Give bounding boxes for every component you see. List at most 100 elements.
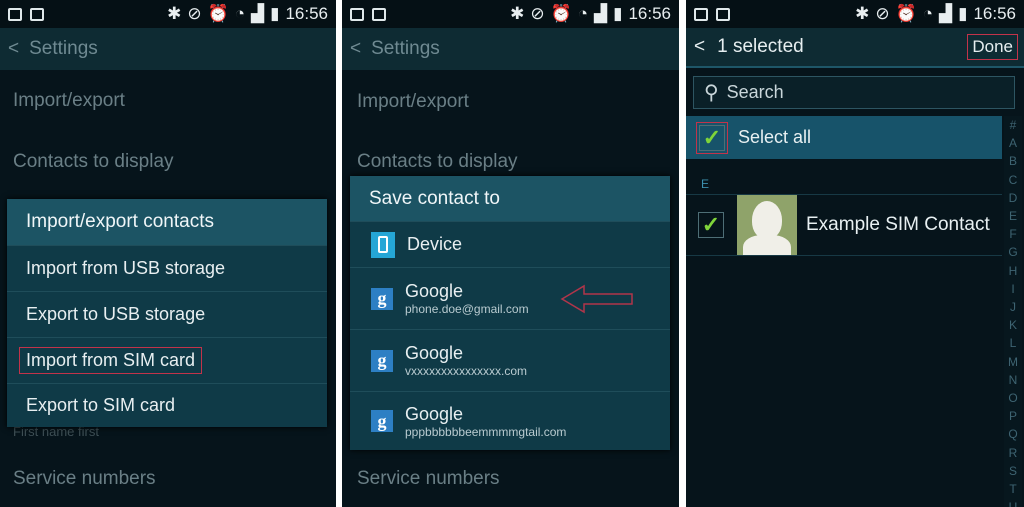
account-email: pppbbbbbbeemmmmgtail.com — [405, 424, 567, 439]
gallery-icon — [8, 7, 22, 21]
back-button[interactable]: < Settings — [0, 28, 336, 70]
option-export-usb[interactable]: Export to USB storage — [7, 291, 327, 337]
battery-icon: ▮ — [958, 4, 968, 23]
clock: 16:56 — [628, 4, 671, 23]
back-button[interactable]: < — [694, 36, 705, 58]
wifi-icon: ◔ — [234, 4, 246, 23]
index-letter[interactable]: I — [1011, 280, 1014, 298]
index-letter[interactable]: K — [1009, 316, 1017, 334]
option-google-account[interactable]: g Google phone.doe@gmail.com — [350, 267, 670, 329]
signal-icon: ▟ — [594, 4, 608, 23]
signal-icon: ▟ — [251, 4, 265, 23]
chevron-left-icon: < — [350, 38, 362, 59]
header-title: Settings — [29, 38, 98, 59]
status-bar: ✱ ⊘ ⏰ ◔ ▟ ▮ 16:56 — [686, 0, 1024, 28]
select-all-checkbox[interactable]: ✓ — [699, 124, 725, 151]
gallery-icon — [694, 7, 708, 21]
index-letter[interactable]: C — [1009, 171, 1018, 189]
account-email: phone.doe@gmail.com — [405, 302, 529, 316]
avatar — [737, 195, 797, 255]
bluetooth-icon: ✱ — [510, 4, 525, 23]
index-letter[interactable]: F — [1009, 225, 1016, 243]
dialog-title: Save contact to — [350, 176, 670, 221]
clock: 16:56 — [973, 4, 1016, 23]
account-name: Google — [405, 343, 464, 363]
screen-import-export: ✱ ⊘ ⏰ ◔ ▟ ▮ 16:56 < Settings Import/export Cont… — [0, 0, 336, 507]
message-icon — [716, 7, 730, 21]
contact-row[interactable]: ✓ Example SIM Contact — [686, 194, 1002, 256]
option-google-account[interactable]: g Google vxxxxxxxxxxxxxxx.com — [350, 329, 670, 391]
status-bar: ✱ ⊘ ⏰ ◔ ▟ ▮ 16:56 — [0, 0, 336, 28]
alarm-icon: ⏰ — [207, 4, 229, 23]
search-icon: ⚲ — [704, 82, 719, 104]
screen-select-contacts: ✱ ⊘ ⏰ ◔ ▟ ▮ 16:56 < 1 selected Done ⚲ Search ✓ … — [686, 0, 1024, 507]
menu-service-numbers[interactable]: Service numbers — [13, 468, 156, 490]
index-letter[interactable]: G — [1008, 243, 1017, 261]
option-label: Device — [407, 234, 463, 254]
index-letter[interactable]: O — [1008, 389, 1017, 407]
option-import-usb[interactable]: Import from USB storage — [7, 245, 327, 291]
menu-contacts-to-display[interactable]: Contacts to display — [13, 151, 174, 173]
dialog-title: Import/export contacts — [7, 199, 327, 245]
bluetooth-icon: ✱ — [855, 4, 870, 23]
index-letter[interactable]: J — [1010, 298, 1016, 316]
wifi-icon: ◔ — [577, 4, 589, 23]
index-letter[interactable]: L — [1010, 334, 1017, 352]
back-button[interactable]: < Settings — [342, 28, 679, 70]
option-device[interactable]: Device — [350, 221, 670, 267]
option-google-account[interactable]: g Google pppbbbbbbeemmmmgtail.com — [350, 391, 670, 450]
index-letter[interactable]: Q — [1008, 425, 1017, 443]
import-export-dialog: Import/export contacts Import from USB s… — [7, 199, 327, 427]
search-input[interactable]: ⚲ Search — [693, 76, 1015, 109]
screen-save-contact: ✱ ⊘ ⏰ ◔ ▟ ▮ 16:56 < Settings Import/export Cont… — [342, 0, 679, 507]
index-letter[interactable]: T — [1009, 480, 1016, 498]
save-contact-dialog: Save contact to Device g Google phone.doe… — [350, 176, 670, 450]
header-title: Settings — [371, 38, 440, 59]
gallery-icon — [350, 7, 364, 21]
red-arrow-annotation-icon — [560, 284, 633, 314]
alarm-icon: ⏰ — [550, 4, 572, 23]
menu-import-export[interactable]: Import/export — [357, 91, 469, 113]
selected-count: 1 selected — [717, 36, 804, 57]
option-import-sim-label: Import from SIM card — [19, 347, 203, 374]
index-letter[interactable]: H — [1009, 262, 1018, 280]
mute-icon: ⊘ — [875, 4, 890, 23]
menu-import-export[interactable]: Import/export — [13, 90, 125, 112]
select-all-row[interactable]: ✓ Select all — [686, 116, 1002, 159]
wifi-icon: ◔ — [922, 4, 934, 23]
alphabet-index-scrollbar[interactable]: #ABCDEFGHIJKLMNOPQRSTU — [1004, 116, 1022, 507]
index-letter[interactable]: M — [1008, 353, 1018, 371]
menu-service-numbers[interactable]: Service numbers — [357, 468, 500, 490]
account-name: Google — [405, 281, 464, 301]
search-placeholder: Search — [726, 82, 784, 102]
action-bar: < 1 selected Done — [686, 28, 1024, 68]
chevron-left-icon: < — [8, 38, 20, 59]
index-letter[interactable]: # — [1010, 116, 1017, 134]
contact-checkbox[interactable]: ✓ — [698, 212, 724, 238]
google-icon: g — [371, 287, 393, 310]
index-letter[interactable]: A — [1009, 134, 1017, 152]
signal-icon: ▟ — [939, 4, 953, 23]
status-bar: ✱ ⊘ ⏰ ◔ ▟ ▮ 16:56 — [342, 0, 679, 28]
option-export-sim[interactable]: Export to SIM card — [7, 383, 327, 427]
index-letter[interactable]: N — [1009, 371, 1018, 389]
option-import-sim[interactable]: Import from SIM card — [7, 337, 327, 383]
alarm-icon: ⏰ — [895, 4, 917, 23]
index-letter[interactable]: P — [1009, 407, 1017, 425]
google-icon: g — [371, 349, 393, 372]
index-letter[interactable]: R — [1009, 444, 1018, 462]
message-icon — [372, 7, 386, 21]
account-name: Google — [405, 403, 464, 424]
select-all-highlight: ✓ — [696, 121, 728, 154]
index-letter[interactable]: B — [1009, 152, 1017, 170]
done-button[interactable]: Done — [967, 34, 1018, 60]
index-letter[interactable]: S — [1009, 462, 1017, 480]
clock: 16:56 — [285, 4, 328, 23]
select-all-label: Select all — [738, 127, 812, 147]
battery-icon: ▮ — [270, 4, 280, 23]
index-letter[interactable]: E — [1009, 207, 1017, 225]
battery-icon: ▮ — [613, 4, 623, 23]
menu-contacts-to-display[interactable]: Contacts to display — [357, 151, 518, 173]
index-letter[interactable]: D — [1009, 189, 1018, 207]
index-letter[interactable]: U — [1009, 498, 1018, 507]
